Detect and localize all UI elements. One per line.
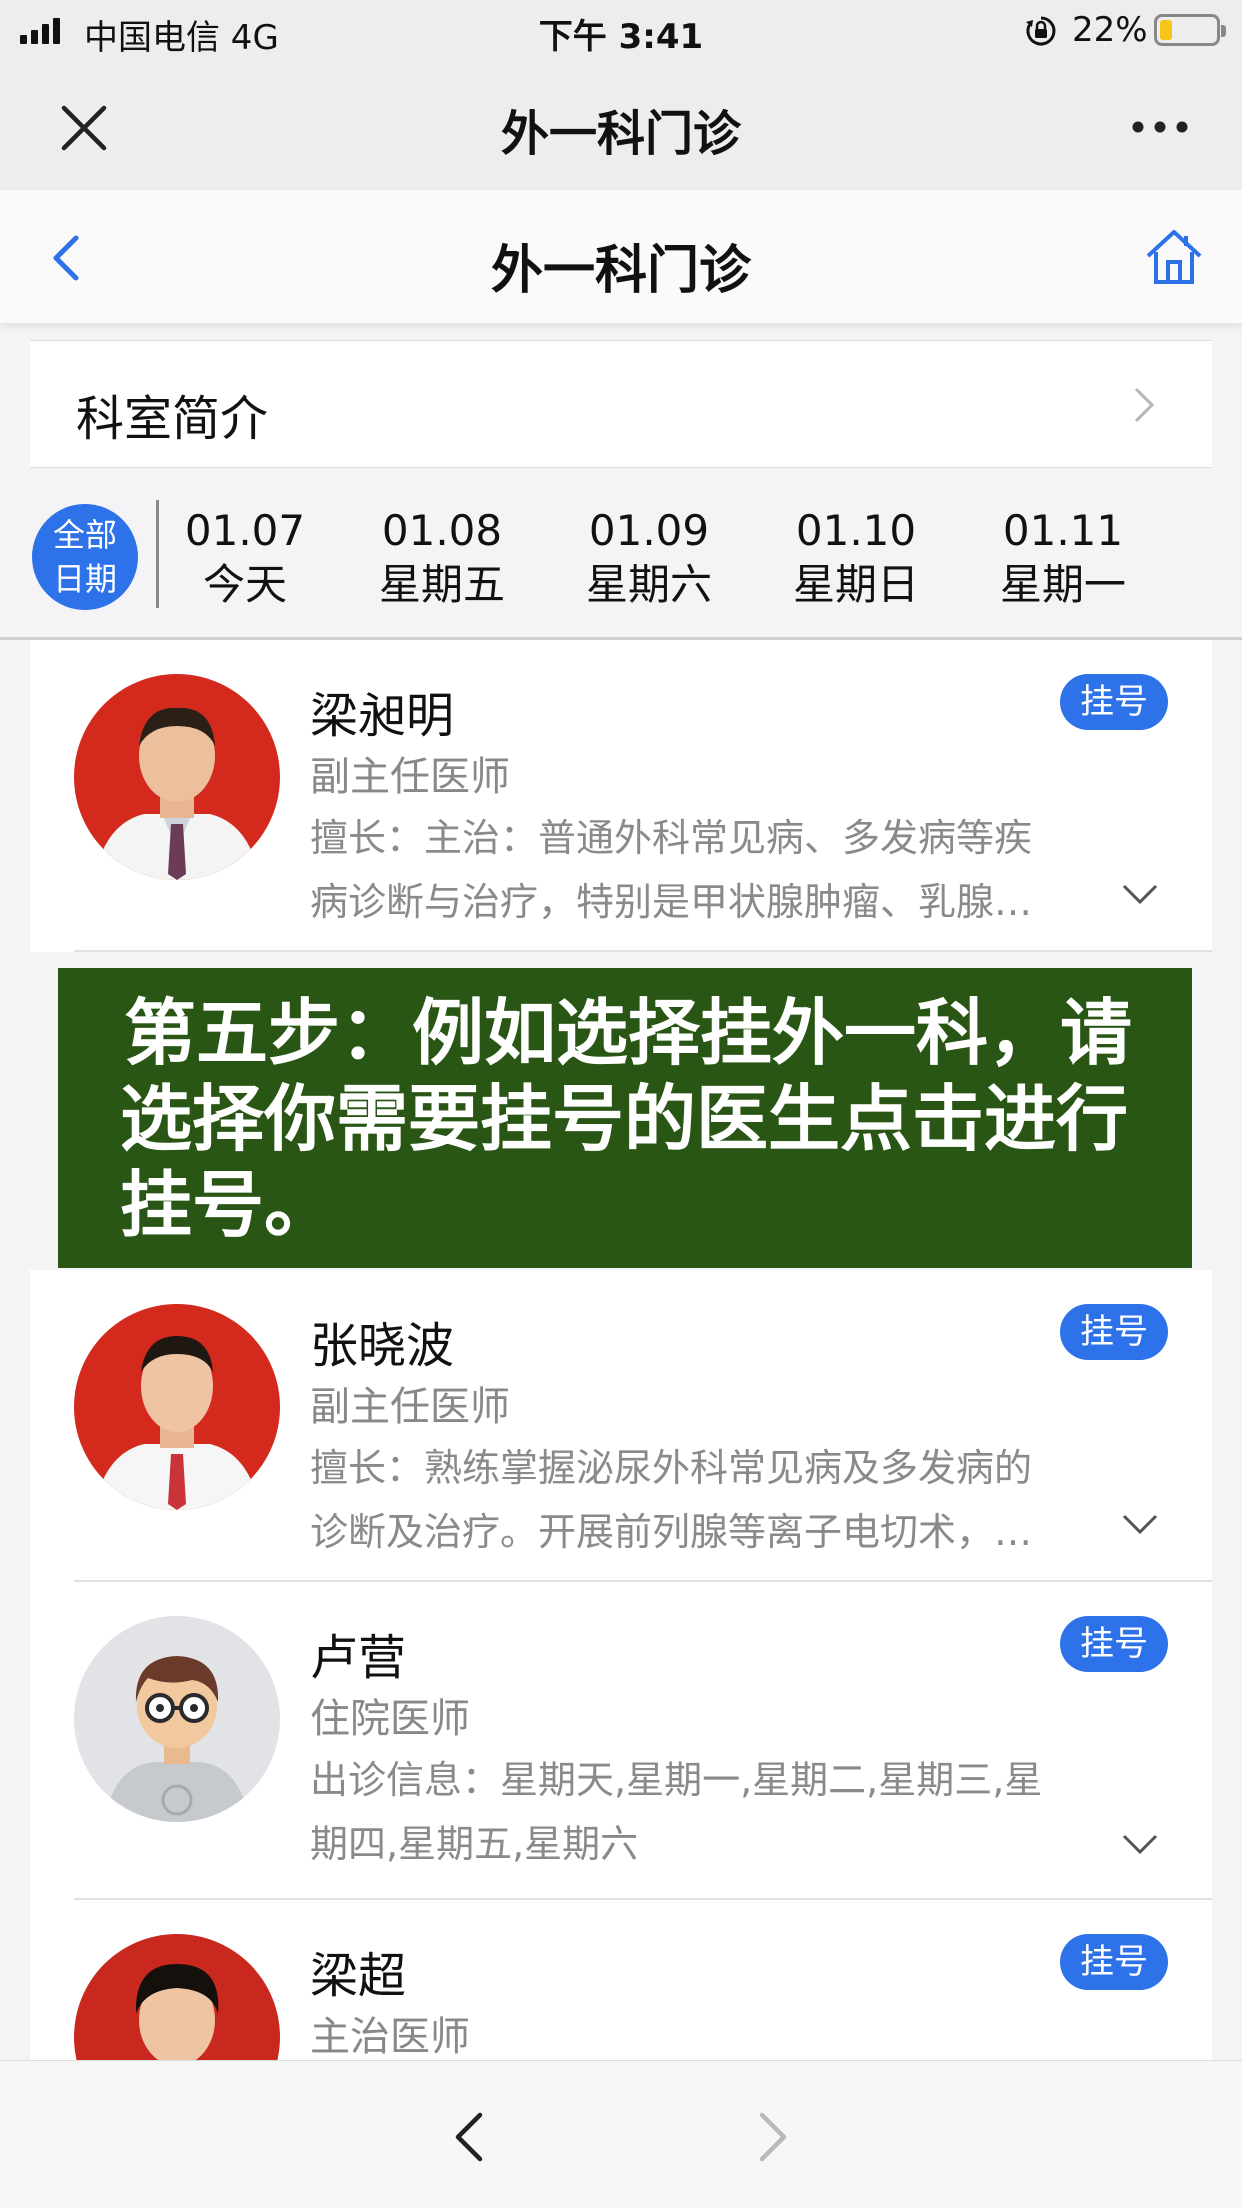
all-dates-label-2: 日期 bbox=[52, 560, 117, 598]
back-arrow-icon[interactable] bbox=[450, 2109, 490, 2165]
doctor-card[interactable]: 梁昶明 副主任医师 擅长：主治：普通外科常见病、多发病等疾 病诊断与治疗，特别是… bbox=[30, 640, 1212, 952]
description-line: 期四,星期五,星期六 bbox=[310, 1822, 639, 1866]
chevron-down-icon[interactable] bbox=[1120, 1512, 1160, 1536]
instruction-banner: 第五步：例如选择挂外一科，请 选择你需要挂号的医生点击进行 挂号。 bbox=[58, 968, 1192, 1268]
date-value: 01.11 bbox=[1002, 506, 1124, 555]
doctor-card[interactable]: 张晓波 副主任医师 擅长：熟练掌握泌尿外科常见病及多发病的 诊断及治疗。开展前列… bbox=[30, 1270, 1212, 1582]
doctor-photo bbox=[74, 1304, 280, 1510]
date-weekday: 星期一 bbox=[999, 560, 1126, 609]
doctor-title: 主治医师 bbox=[310, 2014, 470, 2060]
doctor-name: 梁超 bbox=[310, 1948, 407, 2004]
date-selector: 全部 日期 01.07 今天 01.08 星期五 01.09 星期六 01.10… bbox=[0, 476, 1242, 640]
date-weekday: 星期五 bbox=[378, 560, 505, 609]
chevron-down-icon[interactable] bbox=[1120, 882, 1160, 906]
description-line: 擅长：主治：普通外科常见病、多发病等疾 bbox=[310, 816, 1033, 860]
date-tab[interactable]: 01.08 星期五 bbox=[357, 504, 527, 612]
doctor-title: 住院医师 bbox=[310, 1696, 470, 1742]
banner-line: 第五步：例如选择挂外一科，请 bbox=[124, 991, 1133, 1075]
doctor-card[interactable]: 梁超 主治医师 挂号 bbox=[30, 1900, 1212, 2060]
register-button[interactable]: 挂号 bbox=[1060, 1934, 1168, 1990]
date-tab[interactable]: 01.07 今天 bbox=[160, 504, 330, 612]
date-tab[interactable]: 01.11 星期一 bbox=[978, 504, 1148, 612]
card-divider bbox=[74, 950, 1212, 952]
doctor-title: 副主任医师 bbox=[310, 754, 510, 800]
date-value: 01.10 bbox=[795, 506, 917, 555]
chevron-right-icon bbox=[1134, 387, 1155, 423]
date-tab[interactable]: 01.10 星期日 bbox=[771, 504, 941, 612]
doctor-description: 出诊信息：星期天,星期一,星期二,星期三,星 期四,星期五,星期六 bbox=[310, 1748, 1130, 1876]
doctor-photo bbox=[74, 674, 280, 880]
date-tab[interactable]: 01.09 星期六 bbox=[564, 504, 734, 612]
forward-arrow-icon[interactable] bbox=[752, 2109, 792, 2165]
page-header: 外一科门诊 bbox=[0, 190, 1242, 324]
page-title: 外一科门诊 bbox=[490, 241, 751, 301]
date-weekday: 星期六 bbox=[585, 560, 712, 609]
register-button[interactable]: 挂号 bbox=[1060, 1616, 1168, 1672]
doctor-title: 副主任医师 bbox=[310, 1384, 510, 1430]
doctor-photo bbox=[74, 1934, 280, 2060]
doctor-name: 张晓波 bbox=[310, 1318, 455, 1374]
all-dates-label-1: 全部 bbox=[52, 516, 117, 554]
date-divider bbox=[156, 500, 159, 608]
doctor-card[interactable]: 卢营 住院医师 出诊信息：星期天,星期一,星期二,星期三,星 期四,星期五,星期… bbox=[30, 1582, 1212, 1900]
battery-percent: 22% bbox=[1072, 10, 1148, 50]
all-dates-button[interactable]: 全部 日期 bbox=[32, 504, 138, 610]
banner-line: 选择你需要挂号的医生点击进行 bbox=[120, 1077, 1129, 1161]
description-line: 擅长：熟练掌握泌尿外科常见病及多发病的 bbox=[310, 1446, 1033, 1490]
description-line: 诊断及治疗。开展前列腺等离子电切术，… bbox=[310, 1510, 1033, 1554]
description-line: 出诊信息：星期天,星期一,星期二,星期三,星 bbox=[310, 1758, 1043, 1802]
doctor-description: 擅长：主治：普通外科常见病、多发病等疾 病诊断与治疗，特别是甲状腺肿瘤、乳腺… bbox=[310, 806, 1130, 934]
doctor-name: 梁昶明 bbox=[310, 688, 455, 744]
department-intro-row[interactable]: 科室简介 bbox=[30, 340, 1212, 468]
chevron-down-icon[interactable] bbox=[1120, 1832, 1160, 1856]
browser-toolbar bbox=[0, 2060, 1242, 2208]
wechat-nav-bar: 外一科门诊 bbox=[0, 62, 1242, 190]
date-weekday: 星期日 bbox=[792, 560, 919, 609]
battery-fill bbox=[1160, 20, 1172, 40]
doctor-name: 卢营 bbox=[310, 1630, 407, 1686]
doctor-description: 擅长：熟练掌握泌尿外科常见病及多发病的 诊断及治疗。开展前列腺等离子电切术，… bbox=[310, 1436, 1130, 1564]
department-intro-label: 科室简介 bbox=[76, 391, 269, 447]
date-weekday: 今天 bbox=[202, 560, 287, 609]
description-line: 病诊断与治疗，特别是甲状腺肿瘤、乳腺… bbox=[310, 880, 1033, 924]
register-button[interactable]: 挂号 bbox=[1060, 674, 1168, 730]
battery-icon bbox=[1154, 14, 1226, 46]
home-icon[interactable] bbox=[1144, 226, 1204, 286]
date-value: 01.09 bbox=[588, 506, 710, 555]
date-value: 01.08 bbox=[381, 506, 503, 555]
doctor-photo bbox=[74, 1616, 280, 1822]
wechat-title: 外一科门诊 bbox=[500, 106, 741, 162]
more-icon[interactable] bbox=[1130, 114, 1190, 140]
status-bar: 中国电信 4G 下午 3:41 22% bbox=[0, 0, 1242, 62]
banner-line: 挂号。 bbox=[120, 1163, 337, 1247]
rotation-lock-icon bbox=[1026, 16, 1056, 46]
date-value: 01.07 bbox=[184, 506, 306, 555]
register-button[interactable]: 挂号 bbox=[1060, 1304, 1168, 1360]
